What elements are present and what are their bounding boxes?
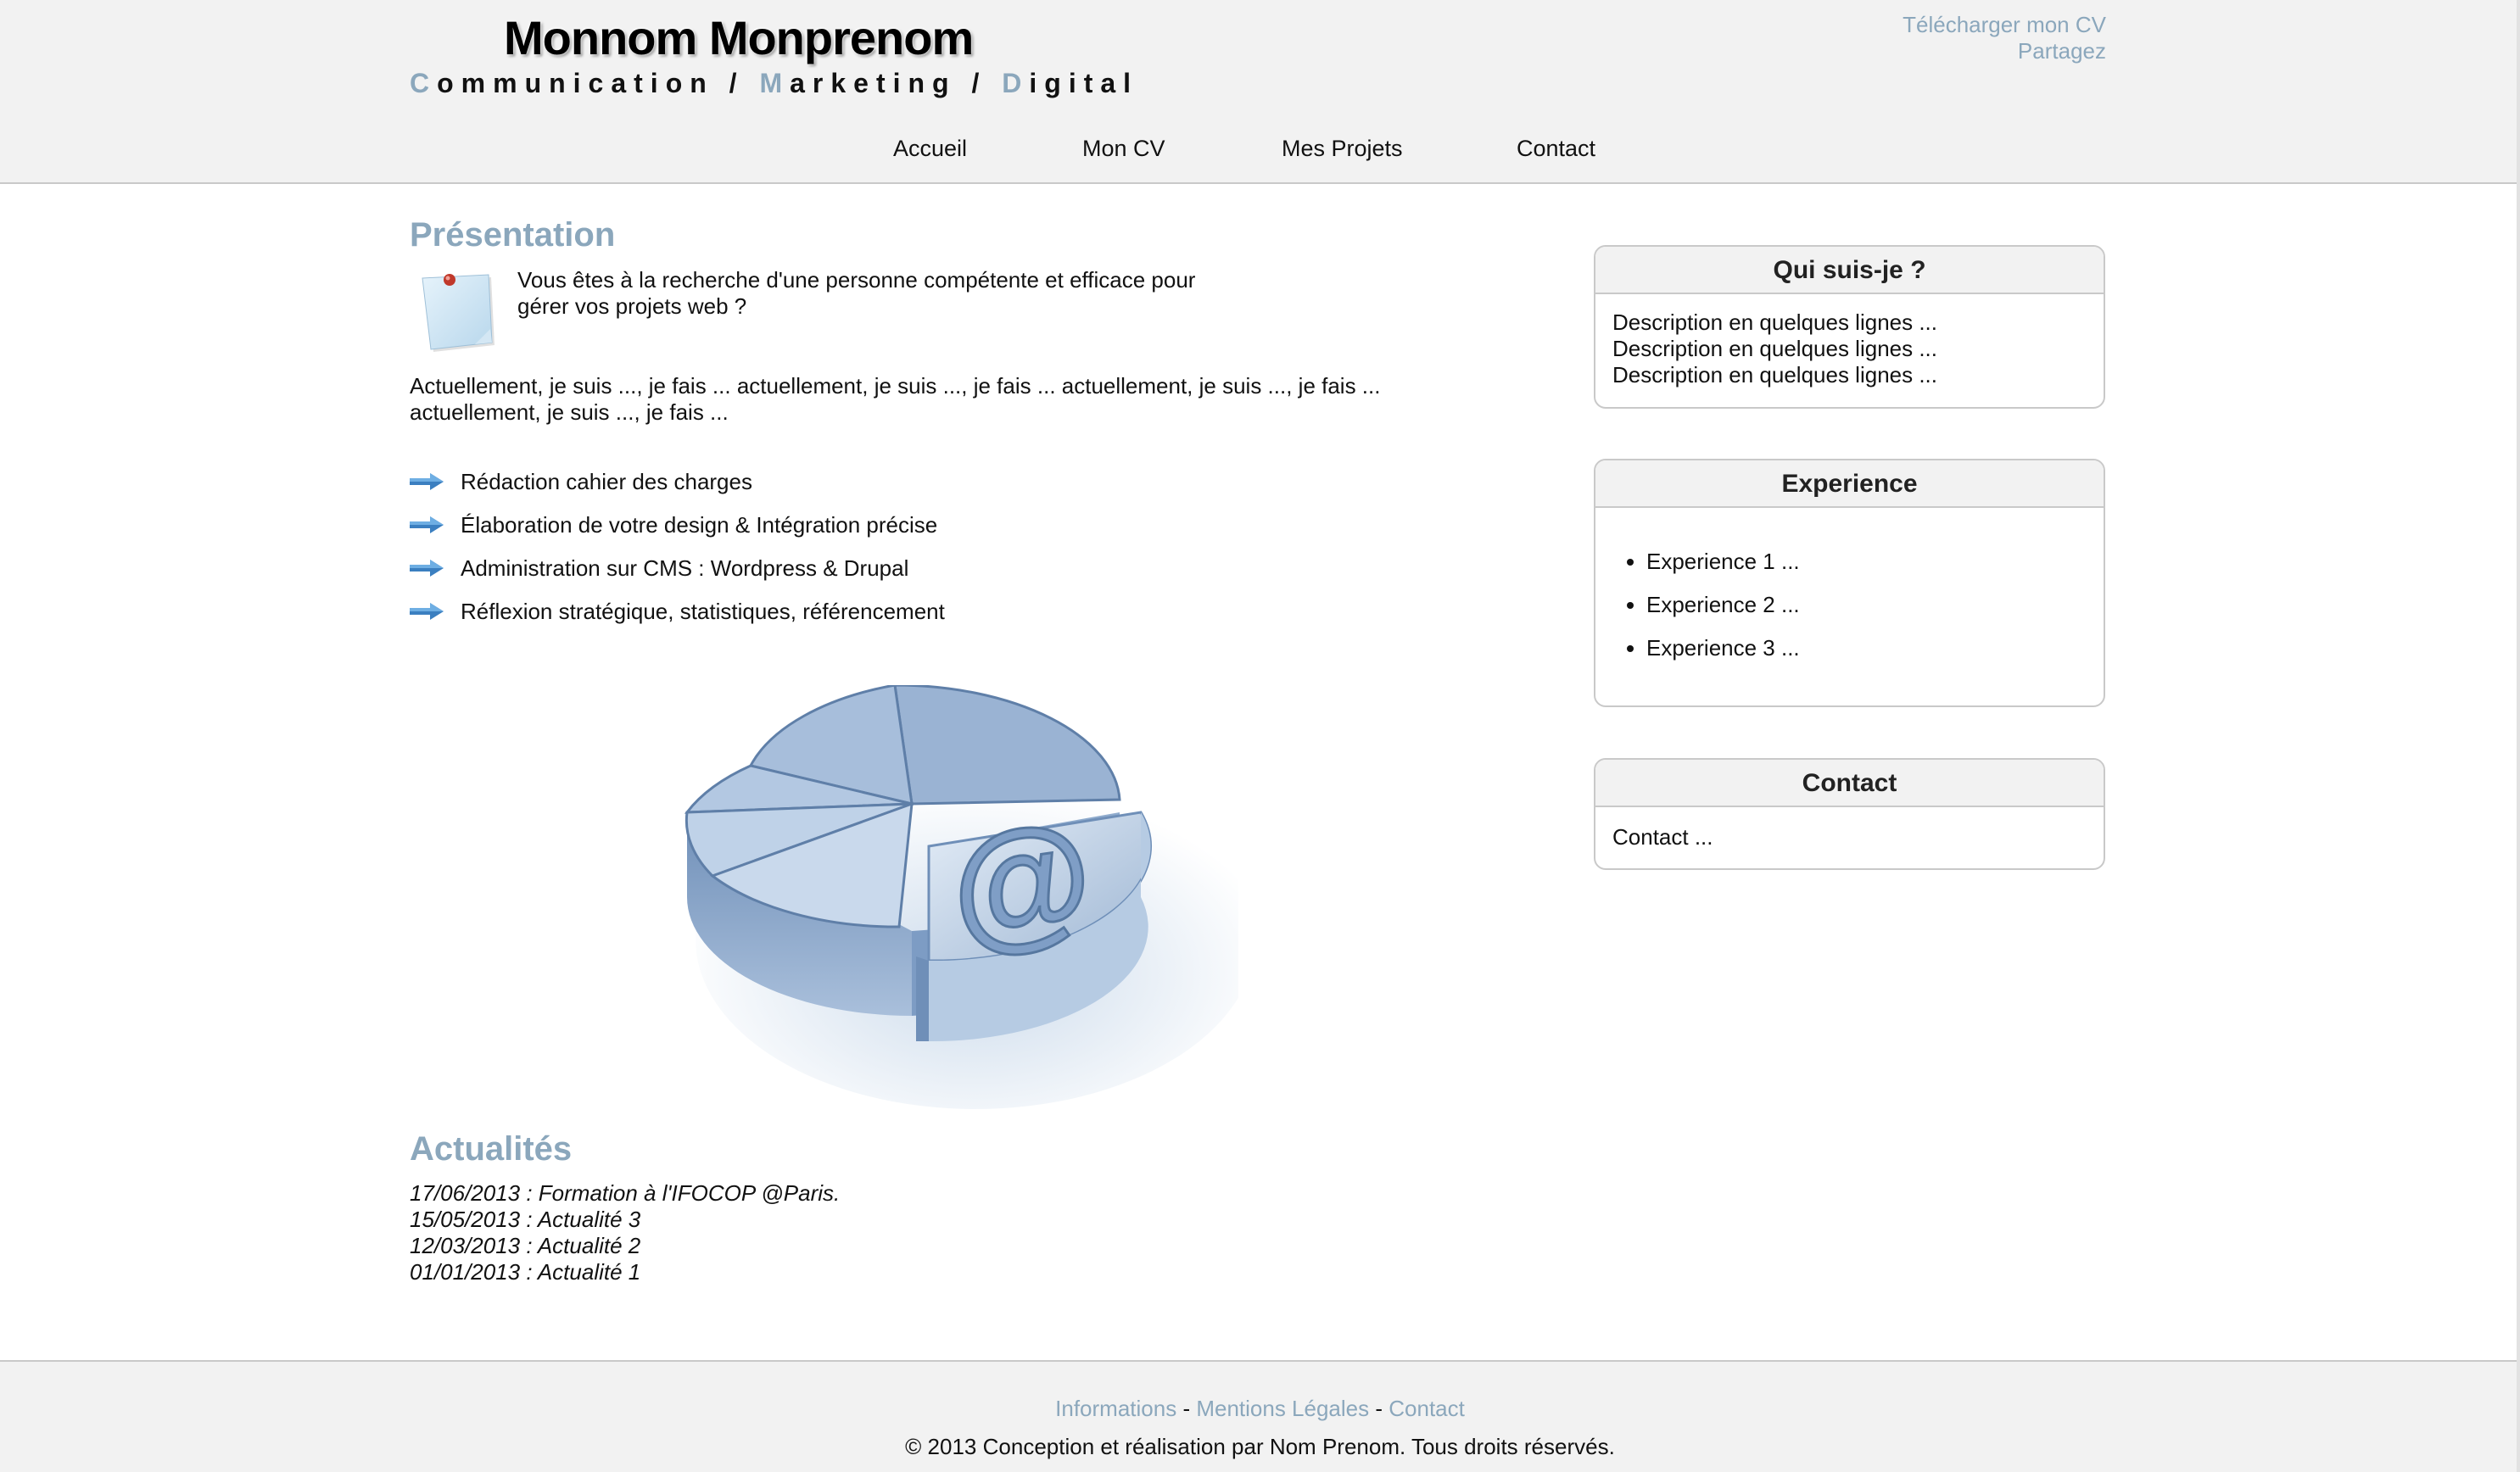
blue-arrow-icon (410, 560, 444, 577)
contact-text: Contact ... (1612, 824, 1713, 850)
news-item: 12/03/2013 : Actualité 2 (410, 1233, 641, 1258)
service-label: Rédaction cahier des charges (461, 469, 752, 494)
contact-box-title: Contact (1595, 760, 2104, 807)
news-item: 17/06/2013 : Formation à l'IFOCOP @Paris… (410, 1180, 841, 1206)
service-label: Élaboration de votre design & Intégratio… (461, 512, 938, 538)
experience-box: Experience Experience 1 ... Experience 2… (1594, 459, 2105, 707)
list-item: Experience 1 ... (1646, 550, 2087, 594)
list-item: Réflexion stratégique, statistiques, réf… (410, 596, 945, 639)
footer-links: Informations - Mentions Légales - Contac… (0, 1396, 2520, 1422)
nav-item-mon-cv[interactable]: Mon CV (1082, 136, 1165, 162)
contact-box-body: Contact ... (1595, 807, 2104, 866)
blue-arrow-icon (410, 516, 444, 533)
intro-text: Vous êtes à la recherche d'une personne … (517, 267, 1196, 319)
pie-chart-at-sign-illustration: @ (684, 685, 1238, 1109)
tagline-initial: C (410, 68, 438, 98)
list-item: Rédaction cahier des charges (410, 466, 945, 510)
footer-link-informations[interactable]: Informations (1055, 1396, 1176, 1421)
presentation-title: Présentation (410, 216, 616, 254)
experience-box-title: Experience (1595, 460, 2104, 508)
news-list: 17/06/2013 : Formation à l'IFOCOP @Paris… (410, 1180, 840, 1285)
about-box-title: Qui suis-je ? (1595, 247, 2104, 294)
nav-item-accueil[interactable]: Accueil (893, 136, 967, 162)
at-sign-glyph: @ (941, 792, 1103, 971)
news-item: 15/05/2013 : Actualité 3 (410, 1207, 641, 1232)
download-cv-link[interactable]: Télécharger mon CV (1903, 12, 2106, 38)
nav-item-mes-projets[interactable]: Mes Projets (1282, 136, 1403, 162)
contact-box: Contact Contact ... (1594, 758, 2105, 870)
top-links: Télécharger mon CV Partagez (1903, 12, 2106, 64)
list-item: Administration sur CMS : Wordpress & Dru… (410, 553, 945, 596)
about-line: Description en quelques lignes ... (1612, 362, 1938, 388)
tagline-word: arketing (790, 68, 957, 98)
site-footer: Informations - Mentions Légales - Contac… (0, 1360, 2520, 1472)
list-item: Experience 2 ... (1646, 594, 2087, 637)
nav-item-contact[interactable]: Contact (1517, 136, 1595, 162)
scrollbar[interactable] (2517, 0, 2520, 1472)
tagline-initial: M (759, 68, 791, 98)
about-box-body: Description en quelques lignes ... Descr… (1595, 294, 2104, 404)
tagline-word: ommunication (437, 68, 714, 98)
footer-separator: - (1369, 1396, 1389, 1421)
news-item: 01/01/2013 : Actualité 1 (410, 1259, 641, 1285)
blue-arrow-icon (410, 473, 444, 490)
about-line: Description en quelques lignes ... (1612, 309, 1938, 335)
about-box: Qui suis-je ? Description en quelques li… (1594, 245, 2105, 409)
tagline-word: igital (1029, 68, 1139, 98)
tagline-separator: / (956, 68, 1003, 98)
experience-box-body: Experience 1 ... Experience 2 ... Experi… (1595, 508, 2104, 695)
news-title: Actualités (410, 1130, 573, 1168)
pinned-note-icon (422, 274, 495, 352)
blue-arrow-icon (410, 603, 444, 620)
footer-link-mentions-legales[interactable]: Mentions Légales (1196, 1396, 1369, 1421)
share-link[interactable]: Partagez (1903, 38, 2106, 64)
experience-list: Experience 1 ... Experience 2 ... Experi… (1612, 550, 2087, 680)
presentation-body: Actuellement, je suis ..., je fais ... a… (410, 373, 1381, 425)
footer-separator: - (1176, 1396, 1197, 1421)
services-list: Rédaction cahier des charges Élaboration… (410, 466, 945, 639)
site-tagline: Communication / Marketing / Digital (410, 68, 1138, 99)
about-line: Description en quelques lignes ... (1612, 336, 1938, 361)
tagline-initial: D (1002, 68, 1030, 98)
service-label: Administration sur CMS : Wordpress & Dru… (461, 555, 909, 581)
copyright: © 2013 Conception et réalisation par Nom… (905, 1434, 1615, 1459)
list-item: Élaboration de votre design & Intégratio… (410, 510, 945, 553)
site-name: Monnom Monprenom (504, 11, 974, 64)
footer-link-contact[interactable]: Contact (1389, 1396, 1465, 1421)
site-header: Monnom Monprenom Communication / Marketi… (0, 0, 2520, 184)
main-nav: Accueil Mon CV Mes Projets Contact (0, 136, 2520, 166)
tagline-separator: / (713, 68, 760, 98)
service-label: Réflexion stratégique, statistiques, réf… (461, 599, 945, 624)
list-item: Experience 3 ... (1646, 637, 2087, 680)
